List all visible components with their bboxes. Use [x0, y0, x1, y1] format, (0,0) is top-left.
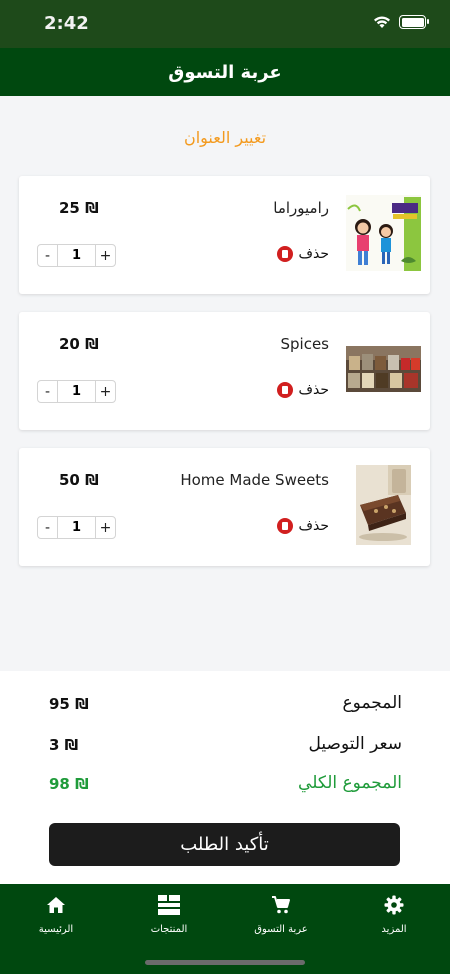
bottom-tab-bar: الرئيسية المنتجات عربة التسوق المزيد — [0, 884, 450, 974]
status-time: 2:42 — [44, 13, 89, 34]
delete-label: حذف — [298, 382, 329, 398]
wifi-icon — [374, 16, 390, 28]
increment-button[interactable]: + — [96, 381, 115, 402]
total-label: المجموع الكلي — [298, 773, 402, 793]
trash-icon — [277, 518, 294, 534]
item-name: Spices — [280, 335, 329, 353]
product-image-dolls[interactable] — [346, 193, 421, 273]
change-address-link[interactable]: تغيير العنوان — [0, 128, 450, 147]
delivery-row: سعر التوصيل 3 ₪ — [0, 734, 450, 764]
decrement-button[interactable]: - — [38, 245, 57, 266]
tab-label: الرئيسية — [38, 924, 74, 935]
quantity-value: 1 — [57, 245, 96, 266]
delete-button[interactable]: حذف — [277, 518, 329, 534]
cart-item-card: راميوراما 25 ₪ حذف - 1 + — [19, 176, 430, 294]
quantity-stepper: - 1 + — [37, 380, 116, 403]
decrement-button[interactable]: - — [38, 381, 57, 402]
delivery-value: 3 ₪ — [49, 736, 79, 754]
decrement-button[interactable]: - — [38, 517, 57, 538]
item-name: Home Made Sweets — [180, 471, 329, 489]
total-row: المجموع الكلي 98 ₪ — [0, 773, 450, 803]
quantity-stepper: - 1 + — [37, 244, 116, 267]
subtotal-label: المجموع — [342, 693, 402, 713]
order-summary: المجموع 95 ₪ سعر التوصيل 3 ₪ المجموع الك… — [0, 671, 450, 884]
battery-icon — [399, 15, 429, 29]
delete-label: حذف — [298, 246, 329, 262]
products-icon — [158, 895, 180, 915]
item-name: راميوراما — [273, 199, 329, 217]
quantity-stepper: - 1 + — [37, 516, 116, 539]
tab-cart[interactable]: عربة التسوق — [236, 894, 326, 935]
total-value: 98 ₪ — [49, 775, 89, 793]
delete-button[interactable]: حذف — [277, 382, 329, 398]
gear-icon — [384, 895, 404, 915]
tab-more[interactable]: المزيد — [349, 894, 439, 935]
trash-icon — [277, 246, 294, 262]
cart-item-card: Home Made Sweets 50 ₪ حذف - 1 + — [19, 448, 430, 566]
status-icons — [373, 15, 429, 29]
home-indicator — [145, 960, 305, 965]
home-icon — [47, 897, 65, 913]
tab-label: عربة التسوق — [254, 924, 308, 935]
product-image-sweets[interactable] — [346, 465, 421, 545]
trash-icon — [277, 382, 294, 398]
subtotal-row: المجموع 95 ₪ — [0, 693, 450, 723]
subtotal-value: 95 ₪ — [49, 695, 89, 713]
product-image-spices[interactable] — [346, 329, 421, 409]
quantity-value: 1 — [57, 517, 96, 538]
tab-home[interactable]: الرئيسية — [11, 894, 101, 935]
cart-icon — [272, 896, 290, 914]
delete-label: حذف — [298, 518, 329, 534]
quantity-value: 1 — [57, 381, 96, 402]
increment-button[interactable]: + — [96, 245, 115, 266]
tab-label: المنتجات — [150, 924, 188, 935]
item-price: 25 ₪ — [59, 199, 99, 217]
item-price: 20 ₪ — [59, 335, 99, 353]
tab-label: المزيد — [381, 924, 407, 935]
delivery-label: سعر التوصيل — [308, 734, 402, 754]
cart-item-card: Spices 20 ₪ حذف - 1 + — [19, 312, 430, 430]
confirm-order-button[interactable]: تأكيد الطلب — [49, 823, 400, 866]
tab-products[interactable]: المنتجات — [124, 894, 214, 935]
status-bar: 2:42 — [0, 0, 450, 48]
item-price: 50 ₪ — [59, 471, 99, 489]
delete-button[interactable]: حذف — [277, 246, 329, 262]
increment-button[interactable]: + — [96, 517, 115, 538]
app-header: عربة التسوق — [0, 48, 450, 96]
page-title: عربة التسوق — [168, 61, 282, 83]
